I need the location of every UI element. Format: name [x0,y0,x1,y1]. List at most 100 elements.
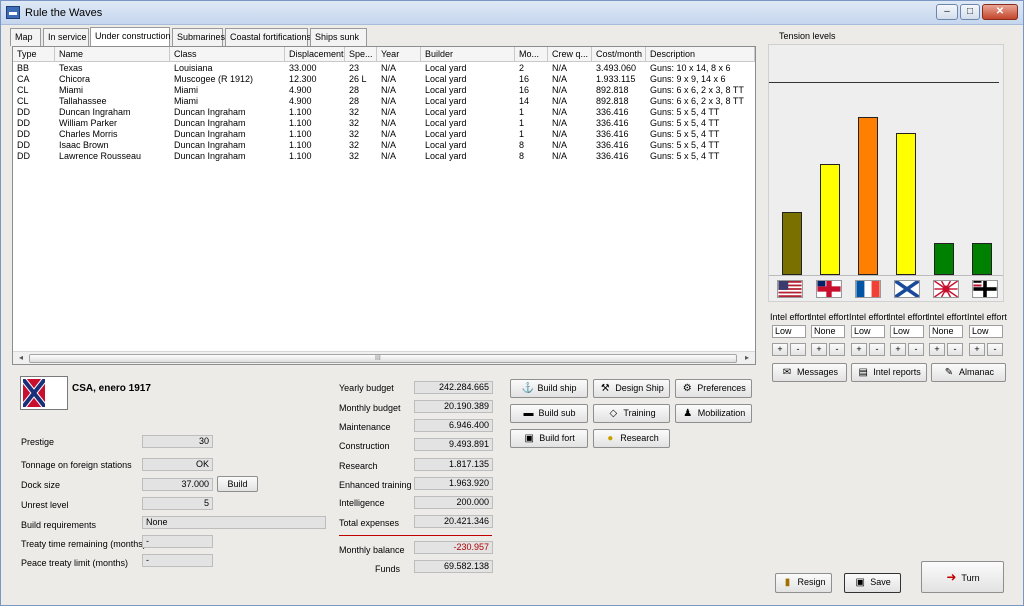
tab-ships-sunk[interactable]: Ships sunk [310,28,367,46]
tab-submarines[interactable]: Submarines [172,28,225,46]
monthly-budget-label: Monthly budget [339,403,401,413]
intel-effort-value-usa: Low [772,325,806,338]
build-ship-label: Build ship [537,383,577,393]
scroll-right-icon[interactable]: ▸ [741,353,753,363]
fort-icon: ▣ [524,433,534,444]
intel-decrease-button-japan[interactable]: - [947,343,963,356]
build-dock-button[interactable]: Build [217,476,258,492]
intelligence-label: Intelligence [339,498,385,508]
maintenance-label: Maintenance [339,422,391,432]
table-cell: Duncan Ingraham [174,151,246,161]
peace-treaty-label: Peace treaty limit (months) [21,558,129,568]
horizontal-scrollbar[interactable]: ◂ III ▸ [13,351,755,364]
table-row[interactable]: CA Chicora Muscogee (R 1912) 12.300 26 L N/A L… [13,74,755,85]
column-header[interactable]: Description [646,47,755,62]
resign-button[interactable]: ▮ Resign [775,573,832,593]
build-requirements-label: Build requirements [21,520,97,530]
table-cell: 1 [519,118,525,128]
table-cell: Local yard [425,63,467,73]
table-cell: N/A [552,96,568,106]
intel-effort-label-russia: Intel effort [888,312,928,322]
turn-label: Turn [961,573,980,583]
table-row[interactable]: DD Duncan Ingraham Duncan Ingraham 1.100 32 N… [13,107,755,118]
report-icon: ▤ [858,367,868,378]
turn-button[interactable]: ➜ Turn [921,561,1004,593]
table-cell: N/A [552,129,568,139]
column-header[interactable]: Type [13,47,55,62]
intel-effort-label-uk: Intel effort [809,312,849,322]
preferences-button[interactable]: ⚙ Preferences [675,379,752,398]
table-row[interactable]: DD Isaac Brown Duncan Ingraham 1.100 32 N/A Lo… [13,140,755,151]
intel-increase-button-russia[interactable]: + [890,343,906,356]
scroll-thumb[interactable]: III [29,354,737,363]
maximize-button[interactable]: □ [960,4,980,20]
table-cell: CA [17,74,30,84]
intel-increase-button-germany[interactable]: + [969,343,985,356]
intel-decrease-button-uk[interactable]: - [829,343,845,356]
table-cell: 1.100 [289,140,312,150]
intel-decrease-button-russia[interactable]: - [908,343,924,356]
save-button[interactable]: ▣ Save [844,573,901,593]
column-header[interactable]: Cost/month [592,47,646,62]
intel-increase-button-japan[interactable]: + [929,343,945,356]
column-header[interactable]: Mo... [515,47,548,62]
column-header[interactable]: Class [170,47,285,62]
table-row[interactable]: DD William Parker Duncan Ingraham 1.100 32 N/… [13,118,755,129]
table-row[interactable]: BB Texas Louisiana 33.000 23 N/A Local yard 2 N/… [13,63,755,74]
tab-in-service[interactable]: In service [43,28,89,46]
table-row[interactable]: CL Tallahassee Miami 4.900 28 N/A Local yard 14… [13,96,755,107]
maintenance-value: 6.946.400 [414,419,493,432]
intel-increase-button-uk[interactable]: + [811,343,827,356]
total-expenses-label: Total expenses [339,518,400,528]
tab-under-construction[interactable]: Under construction [90,27,171,46]
ship-icon: ⚓ [521,383,534,394]
intel-decrease-button-germany[interactable]: - [987,343,1003,356]
scroll-left-icon[interactable]: ◂ [15,353,27,363]
column-header[interactable]: Displacement [285,47,345,62]
intel-decrease-button-france[interactable]: - [869,343,885,356]
intel-increase-button-usa[interactable]: + [772,343,788,356]
intel-reports-button[interactable]: ▤ Intel reports [851,363,927,382]
close-button[interactable]: ✕ [982,4,1018,20]
arrow-right-icon: ➜ [946,570,957,584]
main-window: Rule the Waves ‒ □ ✕ Map In service Unde… [0,0,1024,606]
intel-decrease-button-usa[interactable]: - [790,343,806,356]
build-fort-button[interactable]: ▣ Build fort [510,429,588,448]
research-button[interactable]: ● Research [593,429,670,448]
table-cell: Duncan Ingraham [59,107,131,117]
column-header[interactable]: Name [55,47,170,62]
minimize-button[interactable]: ‒ [936,4,958,20]
column-header[interactable]: Builder [421,47,515,62]
intel-increase-button-france[interactable]: + [851,343,867,356]
almanac-button[interactable]: ✎ Almanac [931,363,1006,382]
table-row[interactable]: CL Miami Miami 4.900 28 N/A Local yard 16 N/A 892… [13,85,755,96]
table-cell: Texas [59,63,83,73]
messages-button[interactable]: ✉ Messages [772,363,847,382]
table-cell: N/A [381,107,397,117]
tab-map[interactable]: Map [10,28,41,46]
nation-flag [20,376,68,410]
tension-bar-uk [820,164,840,275]
build-sub-button[interactable]: ▬ Build sub [510,404,588,423]
intel-reports-label: Intel reports [873,367,921,377]
table-row[interactable]: DD Lawrence Rousseau Duncan Ingraham 1.100 3… [13,151,755,162]
column-header[interactable]: Year [377,47,421,62]
mobilization-button[interactable]: ♟ Mobilization [675,404,752,423]
tab-coastal-fortifications[interactable]: Coastal fortifications [225,28,311,46]
monthly-budget-value: 20.190.389 [414,400,493,413]
table-cell: N/A [381,96,397,106]
table-cell: 8 [519,151,525,161]
table-cell: Local yard [425,107,467,117]
build-ship-button[interactable]: ⚓ Build ship [510,379,588,398]
table-cell: Duncan Ingraham [174,140,246,150]
design-ship-button[interactable]: ⚒ Design Ship [593,379,670,398]
enhanced-training-value: 1.963.920 [414,477,493,490]
table-cell: Guns: 5 x 5, 4 TT [650,118,720,128]
column-header[interactable]: Spe... [345,47,377,62]
table-cell: William Parker [59,118,118,128]
training-button[interactable]: ◇ Training [593,404,670,423]
table-row[interactable]: DD Charles Morris Duncan Ingraham 1.100 32 N/… [13,129,755,140]
column-header[interactable]: Crew q... [548,47,592,62]
table-cell: 32 [349,151,360,161]
table-cell: N/A [381,74,397,84]
